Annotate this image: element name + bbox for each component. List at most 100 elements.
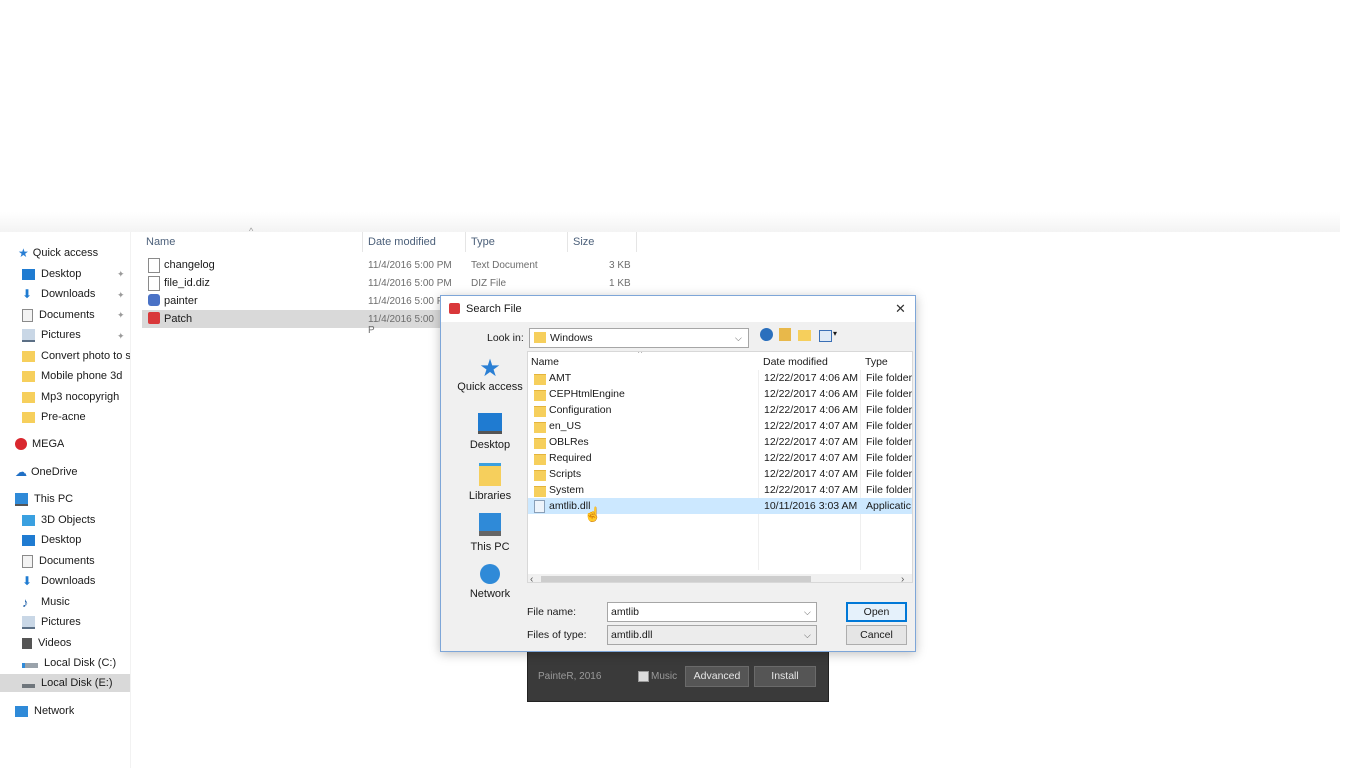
nav-pc-downloads[interactable]: ⬇ Downloads (22, 572, 95, 590)
new-folder-icon[interactable] (798, 330, 811, 341)
file-date: 11/4/2016 5:00 PM (368, 260, 452, 271)
nav-quick-access[interactable]: ★ Quick access (18, 244, 98, 262)
list-item[interactable]: CEPHtmlEngine 12/22/2017 4:06 AM File fo… (528, 386, 912, 402)
close-icon[interactable]: ✕ (895, 301, 906, 317)
horizontal-scrollbar[interactable]: ‹ › (528, 574, 912, 582)
text-file-icon (148, 258, 160, 273)
folder-icon (534, 406, 546, 417)
up-folder-icon[interactable] (779, 328, 791, 341)
drive-icon (22, 663, 38, 668)
chevron-down-icon: ⌵ (735, 333, 742, 343)
pin-icon: ✦ (117, 310, 125, 320)
network-icon (480, 564, 500, 584)
look-in-value: Windows (550, 332, 593, 344)
file-name-input[interactable]: amtlib ⌵ (607, 602, 817, 622)
nav-onedrive[interactable]: ☁ OneDrive (15, 463, 77, 481)
place-this-pc[interactable]: This PC (449, 513, 531, 553)
list-item[interactable]: Configuration 12/22/2017 4:06 AM File fo… (528, 402, 912, 418)
download-arrow-icon: ⬇ (22, 286, 33, 301)
nav-local-disk-c[interactable]: Local Disk (C:) (22, 654, 116, 672)
column-header-type[interactable]: Type (865, 356, 888, 368)
scrollbar-thumb[interactable] (541, 576, 811, 582)
list-item[interactable]: en_US 12/22/2017 4:07 AM File folder (528, 418, 912, 434)
nav-local-disk-e[interactable]: Local Disk (E:) (0, 674, 130, 692)
nav-quick-folder-mobile[interactable]: Mobile phone 3d (22, 367, 130, 385)
place-quick-access[interactable]: ★ Quick access (449, 357, 531, 394)
document-icon (22, 308, 33, 322)
list-item[interactable]: Scripts 12/22/2017 4:07 AM File folder (528, 466, 912, 482)
list-item[interactable]: Required 12/22/2017 4:07 AM File folder (528, 450, 912, 466)
document-icon (22, 554, 33, 568)
list-item[interactable]: OBLRes 12/22/2017 4:07 AM File folder (528, 434, 912, 450)
folder-icon (534, 470, 546, 481)
folder-icon (22, 370, 35, 382)
nav-quick-documents[interactable]: Documents (22, 306, 126, 324)
nav-this-pc[interactable]: This PC (15, 490, 73, 508)
folder-icon (534, 454, 546, 465)
column-header-name[interactable]: Name (531, 356, 559, 368)
scroll-right-icon[interactable]: › (901, 574, 904, 582)
music-checkbox[interactable] (638, 671, 649, 682)
list-item[interactable]: System 12/22/2017 4:07 AM File folder (528, 482, 912, 498)
column-header-date[interactable]: Date modified (368, 236, 436, 248)
folder-icon (22, 411, 35, 423)
app-logo-icon (449, 303, 460, 314)
nav-3d-objects[interactable]: 3D Objects (22, 511, 95, 529)
place-desktop[interactable]: Desktop (449, 413, 531, 451)
file-row-selected[interactable]: Patch 11/4/2016 5:00 P (142, 310, 442, 336)
nav-quick-desktop[interactable]: Desktop (22, 265, 126, 283)
file-type: Text Document (471, 260, 538, 271)
file-name-label: File name: (527, 606, 577, 618)
view-menu-icon[interactable] (819, 330, 832, 342)
desktop-icon (478, 413, 502, 434)
libraries-icon (479, 463, 501, 486)
file-date: 11/4/2016 5:00 P (368, 296, 444, 307)
advanced-button[interactable]: Advanced (685, 666, 749, 687)
nav-pc-desktop[interactable]: Desktop (22, 531, 81, 549)
dialog-file-list: Name ^ Date modified Type AMT 12/22/2017… (527, 351, 913, 583)
nav-pc-documents[interactable]: Documents (22, 552, 95, 570)
folder-icon (22, 391, 35, 403)
drive-icon (22, 684, 35, 688)
download-arrow-icon: ⬇ (22, 573, 33, 588)
music-label: Music (651, 671, 678, 682)
column-divider (465, 232, 466, 252)
nav-quick-folder-preacne[interactable]: Pre-acne (22, 408, 130, 426)
mega-icon (15, 438, 27, 450)
folder-icon (22, 350, 35, 362)
files-of-type-dropdown[interactable]: amtlib.dll ⌵ (607, 625, 817, 645)
look-in-dropdown[interactable]: Windows ⌵ (529, 328, 749, 348)
nav-quick-downloads[interactable]: ⬇ Downloads (22, 285, 126, 303)
scroll-left-icon[interactable]: ‹ (530, 574, 533, 582)
search-file-dialog: Search File ✕ Look in: Windows ⌵ ▾ ★ Qui… (440, 295, 916, 652)
nav-pc-music[interactable]: ♪ Music (22, 593, 70, 611)
column-header-name[interactable]: Name (146, 236, 175, 248)
nav-pc-videos[interactable]: Videos (22, 634, 71, 652)
column-header-type[interactable]: Type (471, 236, 495, 248)
nav-quick-folder-mp3[interactable]: Mp3 nocopyrigh (22, 388, 130, 406)
place-libraries[interactable]: Libraries (449, 463, 531, 502)
pictures-icon (22, 328, 35, 342)
list-item[interactable]: AMT 12/22/2017 4:06 AM File folder (528, 370, 912, 386)
install-button[interactable]: Install (754, 666, 816, 687)
back-icon[interactable] (760, 328, 773, 341)
file-size: 3 KB (609, 260, 631, 271)
folder-icon (534, 438, 546, 449)
nav-network[interactable]: Network (15, 702, 74, 720)
files-of-type-label: Files of type: (527, 629, 587, 641)
nav-quick-pictures[interactable]: Pictures (22, 326, 126, 344)
column-header-size[interactable]: Size (573, 236, 594, 248)
open-button[interactable]: Open (846, 602, 907, 622)
pin-icon: ✦ (117, 331, 125, 341)
column-header-date[interactable]: Date modified (763, 356, 828, 368)
place-network[interactable]: Network (449, 564, 531, 600)
folder-icon (534, 390, 546, 401)
chevron-down-icon: ⌵ (804, 630, 811, 640)
pictures-icon (22, 615, 35, 629)
app-icon (148, 294, 160, 306)
cancel-button[interactable]: Cancel (846, 625, 907, 645)
nav-mega[interactable]: MEGA (15, 435, 64, 453)
sort-caret-icon: ^ (249, 226, 254, 236)
nav-pc-pictures[interactable]: Pictures (22, 613, 81, 631)
nav-quick-folder-convert[interactable]: Convert photo to sc (22, 347, 130, 365)
